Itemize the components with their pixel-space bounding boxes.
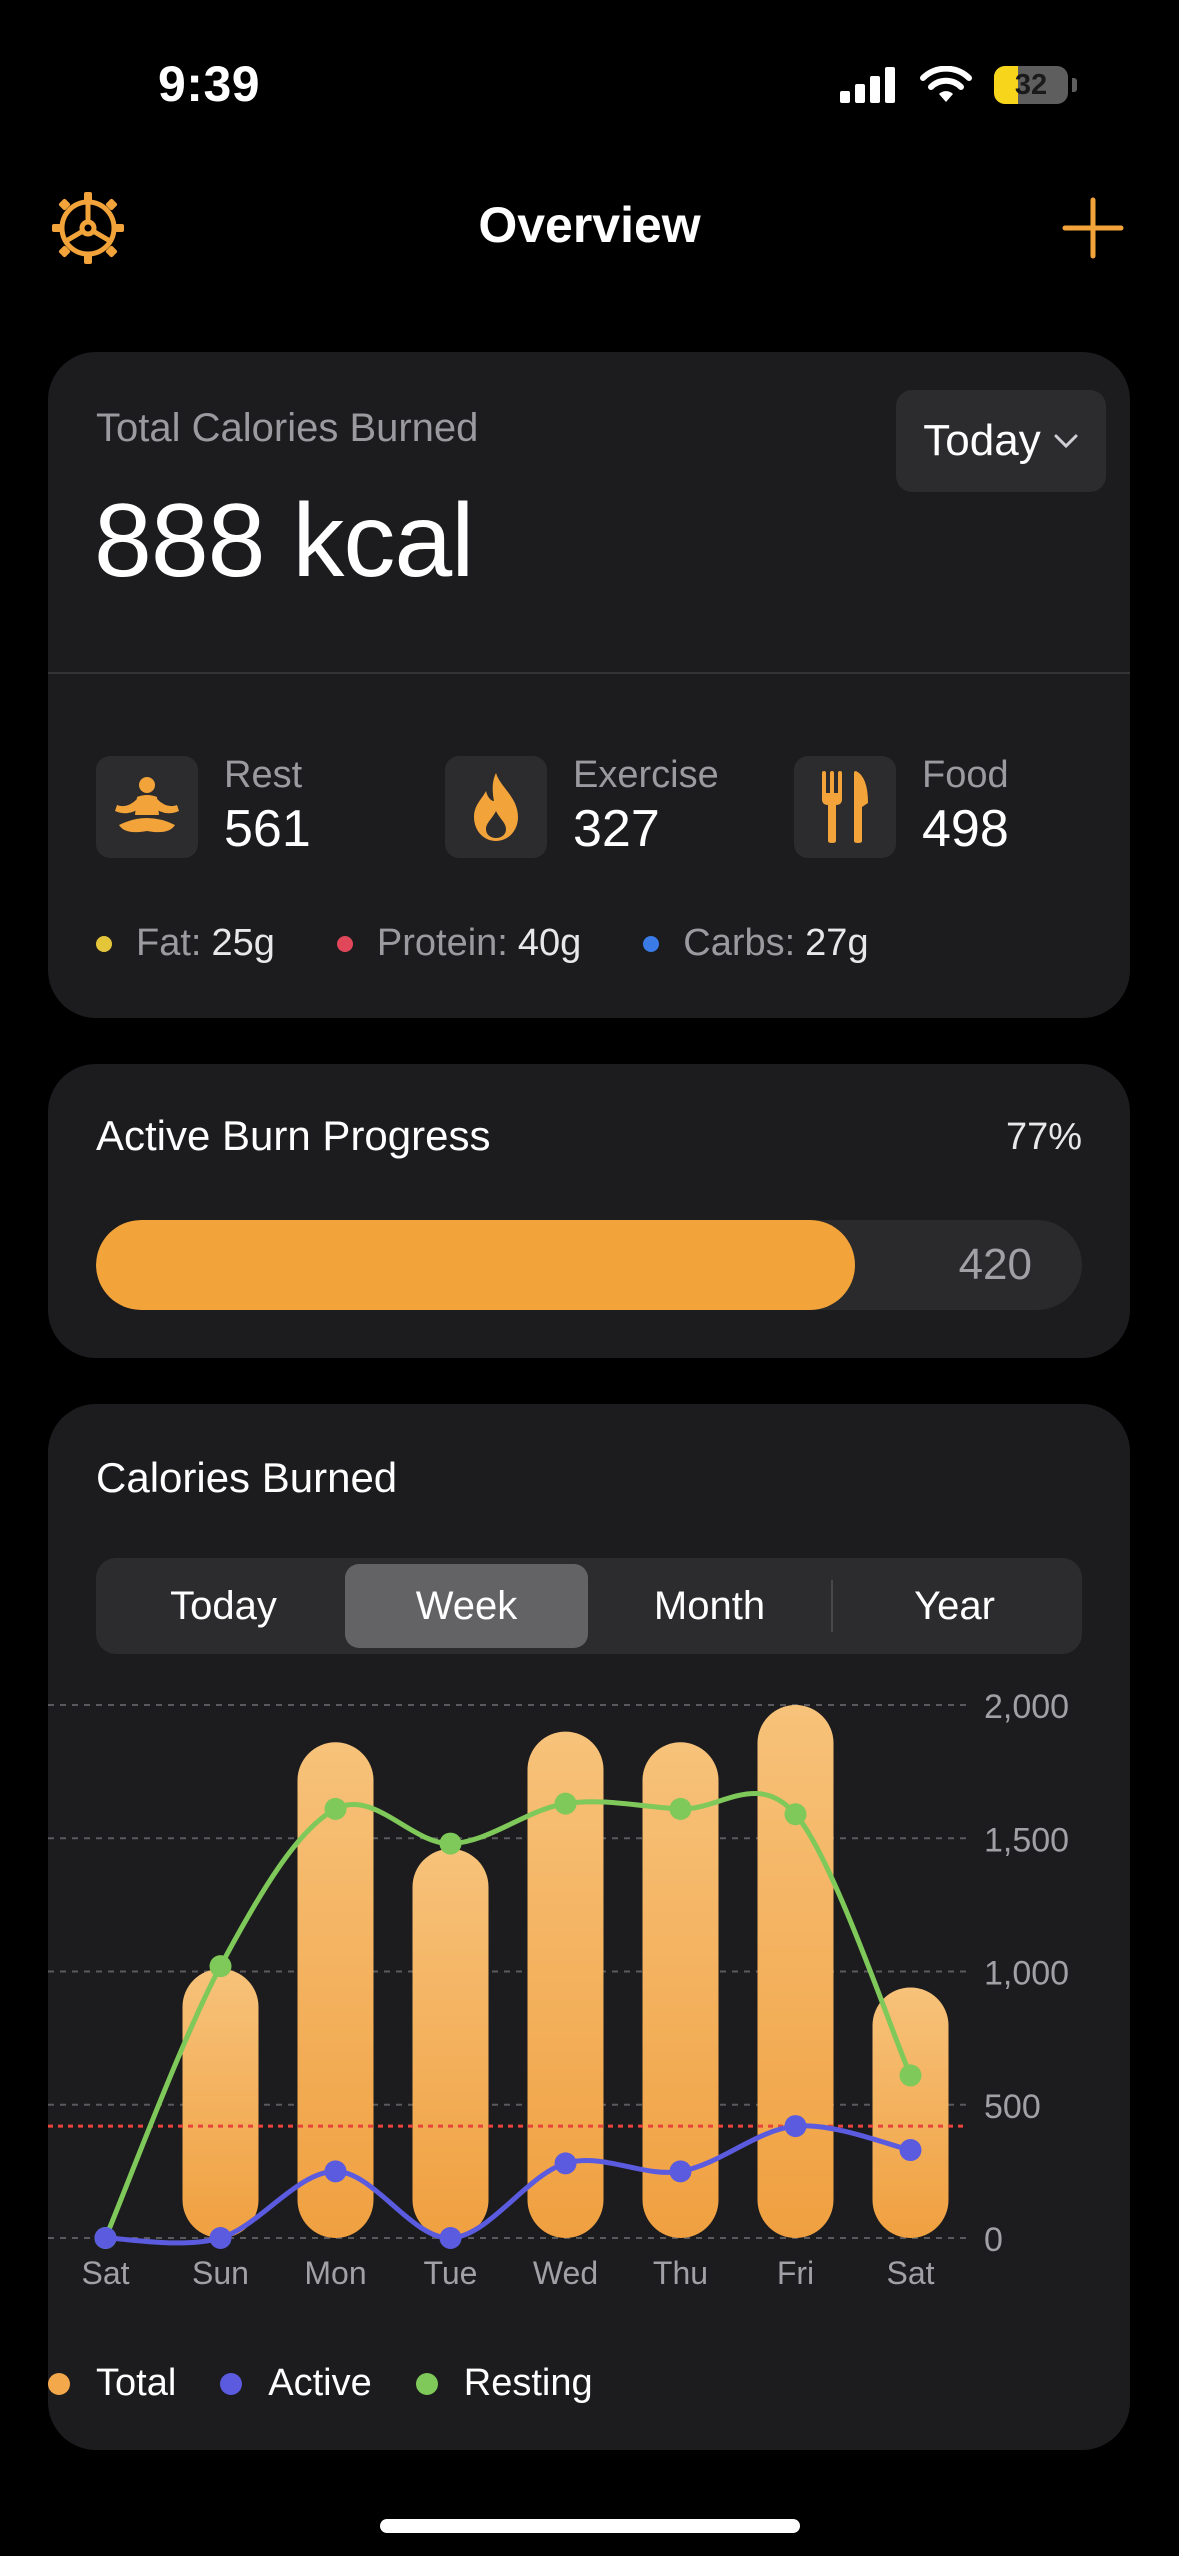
tab-month[interactable]: Month <box>588 1564 831 1648</box>
resting-point <box>669 1797 692 1820</box>
legend-total-label: Total <box>96 2362 177 2404</box>
stat-food: Food 498 <box>794 752 1009 862</box>
card-divider <box>48 672 1130 674</box>
period-dropdown[interactable]: Today <box>896 390 1106 492</box>
battery-icon: 32 <box>994 66 1068 104</box>
resting-point <box>554 1792 577 1815</box>
stat-rest-label: Rest <box>224 754 303 796</box>
total-calories-value: 888 kcal <box>94 483 474 599</box>
progress-fill <box>96 1220 856 1310</box>
active-burn-title: Active Burn Progress <box>96 1112 491 1159</box>
resting-point <box>784 1803 807 1826</box>
protein-dot <box>336 935 353 952</box>
stat-exercise: Exercise 327 <box>445 752 719 862</box>
bar <box>757 1705 834 2238</box>
legend-active: Active <box>220 2362 372 2405</box>
x-tick-label: Fri <box>777 2255 814 2291</box>
add-icon[interactable] <box>1057 192 1129 264</box>
resting-point <box>899 2064 922 2087</box>
active-point <box>439 2227 462 2249</box>
resting-point <box>439 1832 462 1855</box>
calories-chart: 0 500 1,000 1,500 2,000 Sat Sun Mon Tue Wed Thu Fri… <box>48 1688 1069 2291</box>
macros-row: Fat: 25g Protein: 40g Carbs: 27g <box>96 922 931 965</box>
bar <box>872 1987 949 2238</box>
active-point <box>94 2227 117 2249</box>
macro-protein-value: 40g <box>517 922 582 964</box>
legend-resting-label: Resting <box>463 2362 593 2404</box>
active-burn-card: Active Burn Progress 77% 420 <box>48 1064 1130 1358</box>
x-tick-label: Wed <box>533 2255 598 2291</box>
legend-resting: Resting <box>415 2362 593 2405</box>
active-point <box>669 2160 692 2183</box>
x-tick-label: Sat <box>886 2255 934 2291</box>
active-point <box>554 2152 577 2175</box>
tab-year[interactable]: Year <box>833 1564 1076 1648</box>
cellular-signal-icon <box>840 67 895 103</box>
x-tick-label: Sun <box>192 2255 249 2291</box>
stat-exercise-value: 327 <box>573 800 660 858</box>
calories-burned-title: Calories Burned <box>96 1454 398 1501</box>
progress-value: 420 <box>958 1240 1032 1289</box>
y-tick-label: 0 <box>984 2221 1003 2259</box>
bar <box>182 1968 259 2238</box>
stat-food-label: Food <box>922 754 1009 796</box>
meditation-icon <box>96 756 198 858</box>
legend-active-dot <box>220 2372 243 2395</box>
tab-week[interactable]: Week <box>345 1564 588 1648</box>
battery-tip <box>1072 78 1077 92</box>
y-tick-label: 2,000 <box>984 1688 1069 1726</box>
progress-track: 420 <box>96 1220 1082 1310</box>
active-point <box>324 2160 347 2183</box>
status-icons: 32 <box>840 62 1077 108</box>
bar <box>412 1848 489 2238</box>
stat-food-value: 498 <box>922 800 1009 858</box>
stat-exercise-label: Exercise <box>573 754 719 796</box>
legend-total-dot <box>48 2372 70 2395</box>
legend-active-label: Active <box>268 2362 372 2404</box>
macro-protein-label: Protein: <box>376 922 508 964</box>
wifi-icon <box>920 66 972 102</box>
macro-protein: Protein: 40g <box>336 922 582 965</box>
status-time: 9:39 <box>158 56 261 112</box>
y-tick-label: 500 <box>984 2088 1041 2126</box>
total-calories-card: Total Calories Burned 888 kcal Today Res… <box>48 352 1130 1018</box>
x-tick-label: Sat <box>81 2255 129 2291</box>
y-tick-label: 1,000 <box>984 1955 1069 1993</box>
legend-resting-dot <box>415 2372 438 2395</box>
tab-today[interactable]: Today <box>102 1564 345 1648</box>
carbs-dot <box>643 935 660 952</box>
chart-legend: Total Active Resting <box>48 2362 637 2405</box>
resting-point <box>324 1797 347 1820</box>
active-point <box>899 2139 922 2162</box>
macro-fat-value: 25g <box>211 922 275 964</box>
macro-carbs: Carbs: 27g <box>643 922 869 965</box>
legend-total: Total <box>48 2362 176 2405</box>
macro-fat: Fat: 25g <box>96 922 275 965</box>
page-title: Overview <box>478 197 701 253</box>
fat-dot <box>96 935 112 952</box>
battery-level: 32 <box>1014 69 1048 101</box>
home-indicator <box>380 2519 800 2533</box>
x-tick-label: Thu <box>653 2255 708 2291</box>
flame-icon <box>445 756 547 858</box>
chevron-down-icon <box>1054 434 1078 449</box>
macro-fat-label: Fat: <box>136 922 202 964</box>
x-tick-label: Tue <box>424 2255 478 2291</box>
total-calories-label: Total Calories Burned <box>96 406 479 450</box>
period-segmented-control: Today Week Month Year <box>96 1558 1082 1654</box>
y-tick-label: 1,500 <box>984 1821 1069 1859</box>
period-dropdown-label: Today <box>923 416 1041 465</box>
active-burn-percent: 77% <box>1005 1116 1082 1158</box>
active-point <box>784 2115 807 2138</box>
active-point <box>209 2227 232 2249</box>
x-tick-label: Mon <box>304 2255 366 2291</box>
resting-point <box>209 1955 232 1978</box>
stat-rest-value: 561 <box>224 800 311 858</box>
macro-carbs-value: 27g <box>805 922 869 964</box>
fork-knife-icon <box>794 756 896 858</box>
stat-rest: Rest 561 <box>96 752 311 862</box>
macro-carbs-label: Carbs: <box>683 922 796 964</box>
